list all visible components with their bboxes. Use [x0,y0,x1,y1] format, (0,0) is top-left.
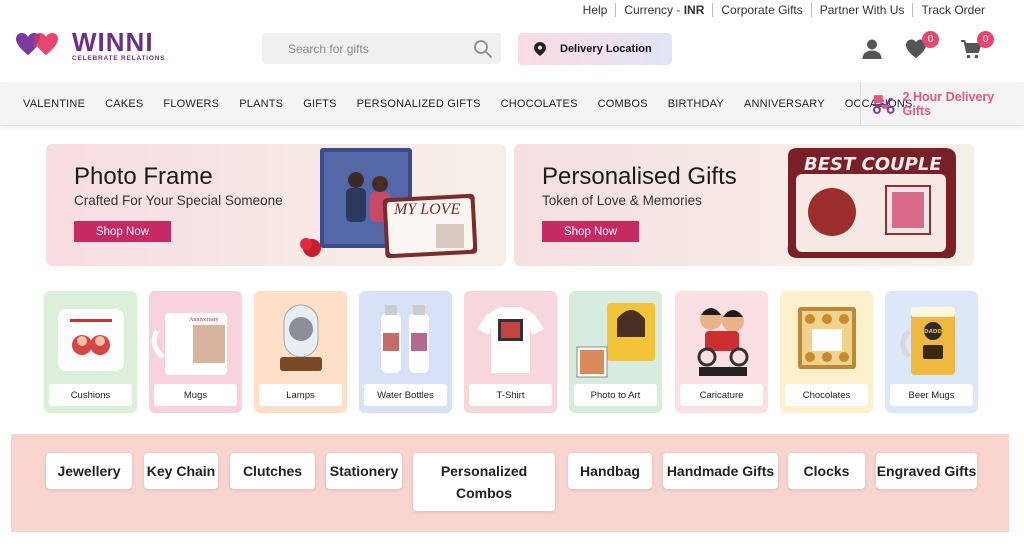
nav-item-chocolates[interactable]: CHOCOLATES [491,98,588,110]
partner-link[interactable]: Partner With Us [810,3,913,17]
category-t-shirt[interactable]: T-Shirt [464,291,557,413]
svg-text:DADDY: DADDY [924,329,947,335]
banner-subtitle: Crafted For Your Special Someone [74,193,283,208]
category-mugs[interactable]: Anniversary Mugs [149,291,242,413]
category-label: Cushions [49,384,132,406]
beer-mug-image: DADDY [900,307,955,375]
brand-name: WINNI [72,27,154,57]
category-label: Mugs [154,384,237,406]
best-couple-plaque-image: BEST COUPLE [787,148,956,259]
nav-items: VALENTINE CAKES FLOWERS PLANTS GIFTS PER… [0,82,923,125]
category-cushions[interactable]: Cushions [44,291,137,413]
wishlist-count-badge: 0 [922,31,939,48]
tag-key-chain[interactable]: Key Chain [144,453,218,489]
tag-engraved-gifts[interactable]: Engraved Gifts [876,453,977,489]
banner-subtitle: Token of Love & Memories [542,193,702,208]
two-hour-delivery-link[interactable]: 2 Hour Delivery Gifts [860,82,1024,126]
plaque-text: BEST COUPLE [804,154,942,175]
delivery-location-button[interactable]: Delivery Location [518,33,672,65]
nav-item-anniversary[interactable]: ANNIVERSARY [734,98,835,110]
tag-personalized-combos[interactable]: Personalized Combos [413,453,555,511]
main-nav: VALENTINE CAKES FLOWERS PLANTS GIFTS PER… [0,82,1024,126]
corporate-gifts-link[interactable]: Corporate Gifts [712,3,810,17]
currency-selector[interactable]: Currency - INR [615,3,712,17]
lamp-image [280,304,322,371]
banner-title: Personalised Gifts [542,163,737,190]
location-pin-icon [534,42,546,56]
cart-button[interactable]: 0 [960,31,994,60]
cart-count-badge: 0 [977,31,994,48]
chocolate-box-image [798,307,856,369]
brand-tagline: CELEBRATE RELATIONS [72,55,166,62]
category-label: Beer Mugs [890,384,973,406]
banner-title: Photo Frame [74,163,213,190]
nav-item-gifts[interactable]: GIFTS [293,98,346,110]
category-label: Photo to Art [574,384,657,406]
tag-handmade-gifts[interactable]: Handmade Gifts [663,453,778,489]
two-hour-delivery-label: 2 Hour Delivery Gifts [902,90,995,118]
category-label: Water Bottles [364,384,447,406]
water-bottle-image [381,305,429,373]
user-icon[interactable] [861,38,883,60]
tag-stationery[interactable]: Stationery [326,453,402,489]
nav-item-personalized-gifts[interactable]: PERSONALIZED GIFTS [347,98,491,110]
gift-tags-section: Jewellery Key Chain Clutches Stationery … [11,434,1009,532]
banner-photo-frame[interactable]: Photo Frame Crafted For Your Special Som… [46,144,506,266]
wishlist-button[interactable]: 0 [905,31,939,60]
tag-clutches[interactable]: Clutches [230,453,315,489]
category-label: Chocolates [785,384,868,406]
tag-clocks[interactable]: Clocks [788,453,865,489]
winni-heart-logo-icon [16,33,58,55]
tag-handbag[interactable]: Handbag [568,453,652,489]
mug-image: Anniversary [151,313,227,375]
shop-now-button[interactable]: Shop Now [74,221,171,242]
category-beer-mugs[interactable]: DADDY Beer Mugs [885,291,978,413]
svg-text:Anniversary: Anniversary [189,317,219,323]
top-links: Help Currency - INR Corporate Gifts Part… [575,3,993,17]
banner-art-text: MY LOVE [393,201,460,218]
photo-to-art-image [576,303,655,378]
nav-item-birthday[interactable]: BIRTHDAY [658,98,734,110]
nav-item-plants[interactable]: PLANTS [229,98,293,110]
category-label: Lamps [259,384,342,406]
caricature-image [697,308,749,376]
category-lamps[interactable]: Lamps [254,291,347,413]
nav-item-combos[interactable]: COMBOS [588,98,658,110]
banner-personalised-gifts[interactable]: Personalised Gifts Token of Love & Memor… [514,144,974,266]
logo[interactable]: WINNI CELEBRATE RELATIONS [12,29,165,63]
category-chocolates[interactable]: Chocolates [780,291,873,413]
help-link[interactable]: Help [575,3,616,17]
nav-item-valentine[interactable]: VALENTINE [13,98,95,110]
category-water-bottles[interactable]: Water Bottles [359,291,452,413]
shop-now-button[interactable]: Shop Now [542,221,639,242]
tag-jewellery[interactable]: Jewellery [46,453,132,489]
category-label: T-Shirt [469,384,552,406]
category-label: Caricature [680,384,763,406]
delivery-scooter-icon [872,95,895,114]
currency-value: INR [683,3,705,17]
search-icon[interactable] [473,39,493,59]
category-photo-to-art[interactable]: Photo to Art [569,291,662,413]
category-caricature[interactable]: Caricature [675,291,768,413]
nav-item-flowers[interactable]: FLOWERS [153,98,229,110]
nav-item-cakes[interactable]: CAKES [95,98,153,110]
t-shirt-image [477,307,544,373]
search-bar [262,33,501,64]
track-order-link[interactable]: Track Order [912,3,993,17]
delivery-location-label: Delivery Location [560,43,652,55]
currency-label: Currency - [624,3,681,17]
cushion-image [58,309,124,371]
photo-frame-product-image: MY LOVE [300,148,478,259]
search-input[interactable] [288,41,473,56]
